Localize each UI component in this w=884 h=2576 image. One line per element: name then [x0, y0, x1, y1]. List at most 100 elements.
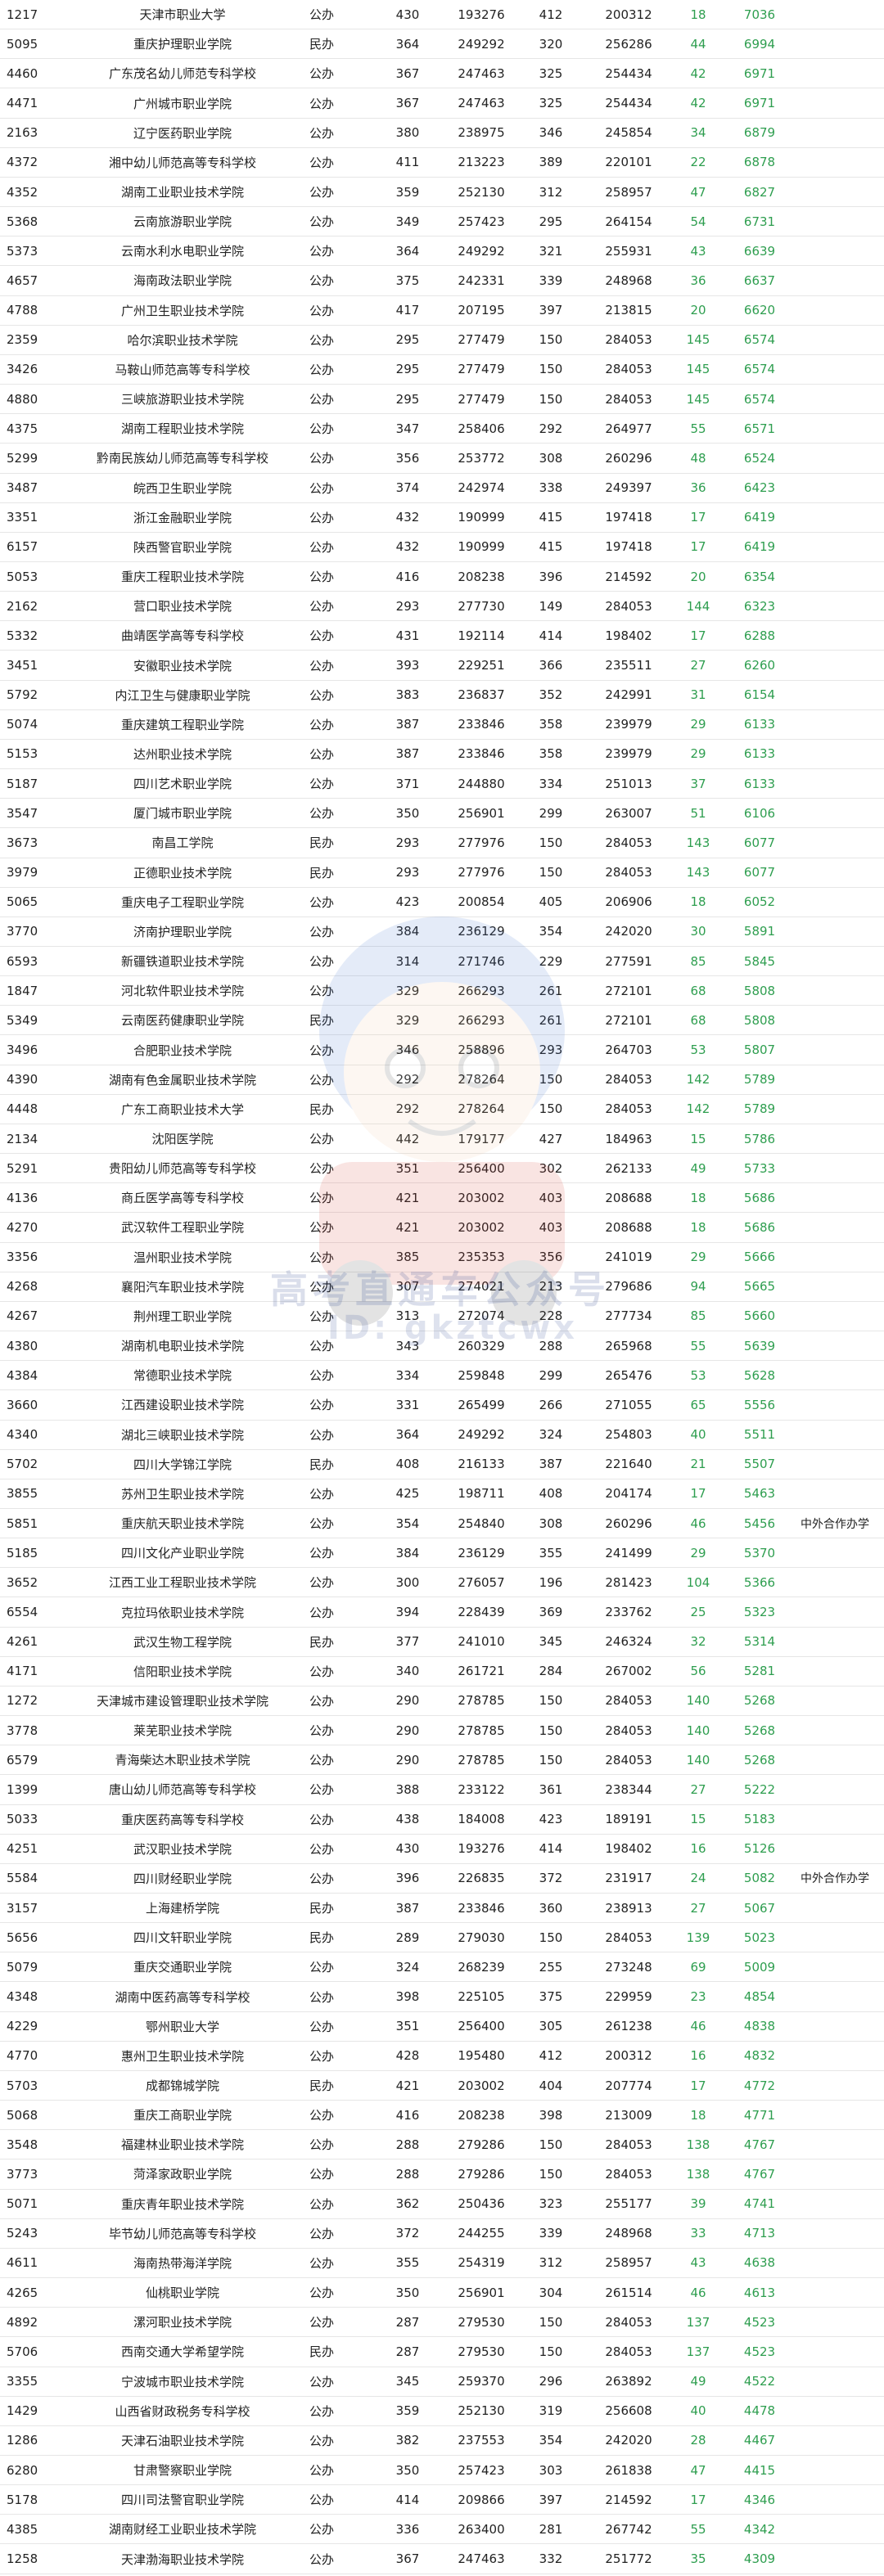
rank-gap-cell: 6419 — [743, 510, 776, 525]
rank-1-cell: 277479 — [458, 391, 505, 407]
rank-2-cell: 239979 — [605, 717, 652, 732]
school-code-cell: 3487 — [7, 480, 38, 496]
score-1-cell: 411 — [395, 155, 420, 170]
school-code-cell: 4352 — [7, 184, 38, 200]
score-1-cell: 331 — [395, 1397, 420, 1412]
rank-1-cell: 247463 — [458, 65, 505, 81]
score-1-cell: 417 — [395, 303, 420, 318]
table-row: 5095 重庆护理职业学院 民办 364 249292 320 256286 44 6994 — [0, 29, 884, 60]
rank-gap-cell: 5807 — [743, 1043, 776, 1058]
school-type-cell: 公办 — [309, 1250, 335, 1265]
school-name-cell: 浙江金融职业学院 — [133, 510, 232, 525]
rank-diff-cell: 31 — [690, 687, 706, 703]
school-name-cell: 贵阳幼儿师范高等专科学校 — [108, 1161, 256, 1177]
school-name-cell: 四川司法警官职业学院 — [120, 2493, 244, 2508]
school-name-cell: 武汉软件工程职业学院 — [120, 1220, 244, 1236]
rank-diff-cell: 94 — [690, 1279, 706, 1295]
school-type-cell: 公办 — [309, 1693, 335, 1709]
rank-1-cell: 247463 — [458, 2551, 505, 2567]
rank-1-cell: 252130 — [458, 2403, 505, 2419]
rank-diff-cell: 49 — [690, 1160, 706, 1176]
rank-2-cell: 251013 — [605, 776, 652, 791]
rank-2-cell: 256608 — [605, 2403, 652, 2419]
rank-diff-cell: 139 — [686, 1930, 710, 1945]
rank-1-cell: 274021 — [458, 1279, 505, 1295]
table-row: 4448 广东工商职业技术大学 民办 292 278264 150 284053 142 578… — [0, 1095, 884, 1124]
score-1-cell: 293 — [395, 835, 420, 850]
school-code-cell: 4136 — [7, 1190, 38, 1205]
school-name-cell: 荆州理工职业学院 — [133, 1308, 232, 1324]
score-2-cell: 346 — [539, 125, 563, 141]
table-row: 5702 四川大学锦江学院 民办 408 216133 387 221640 21 5507 — [0, 1450, 884, 1479]
school-type-cell: 公办 — [309, 2226, 335, 2241]
table-row: 5068 重庆工商职业学院 公办 416 208238 398 213009 18 4771 — [0, 2101, 884, 2131]
score-1-cell: 295 — [395, 362, 420, 377]
school-code-cell: 3548 — [7, 2137, 38, 2152]
school-code-cell: 2359 — [7, 332, 38, 348]
table-row: 1429 山西省财政税务专科学校 公办 359 252130 319 256608 40 447… — [0, 2397, 884, 2426]
score-1-cell: 421 — [395, 1190, 420, 1205]
rank-diff-cell: 65 — [690, 1397, 706, 1412]
score-2-cell: 304 — [539, 2285, 563, 2300]
rank-1-cell: 195480 — [458, 2048, 505, 2064]
score-2-cell: 308 — [539, 1515, 563, 1531]
rank-gap-cell: 5268 — [743, 1752, 776, 1768]
rank-1-cell: 278785 — [458, 1752, 505, 1768]
rank-gap-cell: 4415 — [743, 2462, 776, 2478]
score-1-cell: 345 — [395, 2374, 420, 2389]
rank-gap-cell: 5686 — [743, 1219, 776, 1235]
score-1-cell: 431 — [395, 628, 420, 643]
rank-1-cell: 271746 — [458, 953, 505, 969]
rank-gap-cell: 5463 — [743, 1486, 776, 1502]
school-type-cell: 公办 — [309, 1308, 335, 1324]
rank-gap-cell: 5665 — [743, 1279, 776, 1295]
rank-2-cell: 272101 — [605, 1012, 652, 1028]
score-2-cell: 423 — [539, 1812, 563, 1827]
school-code-cell: 4348 — [7, 1989, 38, 2005]
rank-2-cell: 284053 — [605, 1752, 652, 1768]
table-row: 2162 营口职业技术学院 公办 293 277730 149 284053 144 6323 — [0, 592, 884, 622]
rank-gap-cell: 5023 — [743, 1930, 776, 1945]
rank-gap-cell: 6574 — [743, 332, 776, 348]
score-1-cell: 388 — [395, 1781, 420, 1797]
score-1-cell: 396 — [395, 1871, 420, 1886]
rank-2-cell: 277734 — [605, 1308, 652, 1324]
table-row: 5851 重庆航天职业技术学院 公办 354 254840 308 260296 46 5456… — [0, 1509, 884, 1539]
rank-1-cell: 277479 — [458, 362, 505, 377]
rank-diff-cell: 35 — [690, 2551, 706, 2567]
table-row: 6554 克拉玛依职业技术学院 公办 394 228439 369 233762 25 5323 — [0, 1597, 884, 1628]
school-code-cell: 5068 — [7, 2107, 38, 2123]
rank-diff-cell: 53 — [690, 1043, 706, 1058]
rank-diff-cell: 46 — [690, 2285, 706, 2300]
score-1-cell: 432 — [395, 510, 420, 525]
rank-diff-cell: 55 — [690, 421, 706, 436]
rank-diff-cell: 143 — [686, 865, 710, 880]
school-name-cell: 广州卫生职业技术学院 — [120, 303, 244, 318]
table-row: 4372 湘中幼儿师范高等专科学校 公办 411 213223 389 220101 22 68… — [0, 148, 884, 178]
school-name-cell: 仙桃职业学院 — [145, 2286, 219, 2301]
rank-gap-cell: 5511 — [743, 1427, 776, 1443]
score-1-cell: 295 — [395, 332, 420, 348]
school-type-cell: 公办 — [309, 2374, 335, 2389]
score-2-cell: 299 — [539, 1367, 563, 1383]
rank-2-cell: 214592 — [605, 569, 652, 584]
school-type-cell: 公办 — [309, 658, 335, 673]
score-1-cell: 295 — [395, 391, 420, 407]
school-code-cell: 4171 — [7, 1664, 38, 1679]
school-name-cell: 湖南有色金属职业技术学院 — [108, 1072, 256, 1088]
school-name-cell: 四川文化产业职业学院 — [120, 1546, 244, 1561]
rank-2-cell: 263007 — [605, 805, 652, 821]
table-row: 3773 菏泽家政职业学院 公办 288 279286 150 284053 138 4767 — [0, 2159, 884, 2190]
school-code-cell: 1286 — [7, 2433, 38, 2448]
school-name-cell: 重庆交通职业学院 — [133, 1960, 232, 1975]
table-row: 5053 重庆工程职业技术学院 公办 416 208238 396 214592 20 6354 — [0, 562, 884, 592]
rank-2-cell: 207774 — [605, 2078, 652, 2093]
school-type-cell: 公办 — [309, 1132, 335, 1147]
rank-2-cell: 231917 — [605, 1871, 652, 1886]
rank-2-cell: 220101 — [605, 155, 652, 170]
score-2-cell: 312 — [539, 2255, 563, 2271]
score-2-cell: 412 — [539, 7, 563, 22]
score-2-cell: 150 — [539, 391, 563, 407]
score-2-cell: 303 — [539, 2462, 563, 2478]
rank-1-cell: 192114 — [458, 628, 505, 643]
